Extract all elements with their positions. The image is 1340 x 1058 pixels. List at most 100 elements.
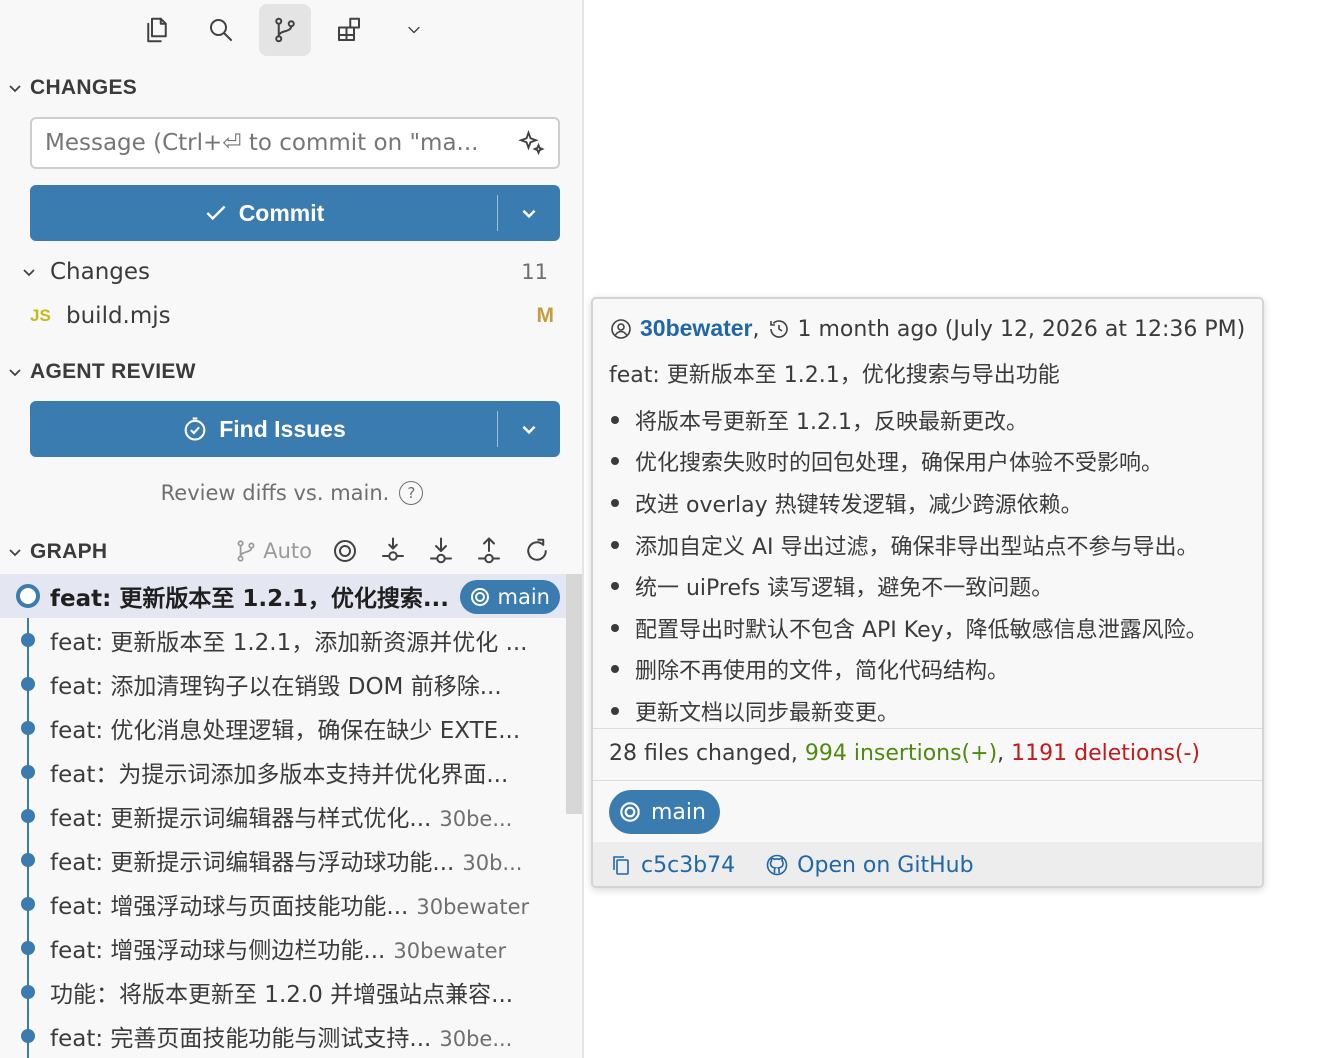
deletions: 1191 deletions(-): [1011, 741, 1201, 766]
list-item: 删除不再使用的文件，简化代码结构。: [609, 649, 1208, 691]
github-icon: [766, 854, 788, 876]
graph-commit-row[interactable]: feat: 更新提示词编辑器与样式优化... 30be...: [0, 794, 566, 838]
pull-icon[interactable]: [426, 536, 456, 566]
graph-commit-row[interactable]: feat: 更新版本至 1.2.1，优化搜索... main: [0, 574, 566, 618]
commit-message: feat: 更新提示词编辑器与样式优化...: [50, 806, 432, 832]
branch-badge-label: main: [651, 799, 706, 825]
find-issues-button[interactable]: Find Issues: [30, 401, 560, 457]
branch-badge[interactable]: main: [609, 790, 720, 834]
branch-badge[interactable]: main: [459, 580, 560, 614]
diff-stats: 28 files changed, 994 insertions(+), 119…: [609, 741, 1200, 766]
extensions-icon[interactable]: [323, 4, 375, 56]
head-commit-dot: [16, 584, 40, 608]
refresh-icon[interactable]: [522, 536, 552, 566]
commit-dropdown-button[interactable]: [498, 185, 560, 241]
graph-commit-row[interactable]: feat: 增强浮动球与页面技能功能... 30bewater: [0, 882, 566, 926]
list-item: 更新文档以同步最新变更。: [609, 690, 1208, 732]
find-issues-dropdown-button[interactable]: [498, 401, 560, 457]
author-link[interactable]: 30bewater: [640, 315, 753, 341]
auto-branch-toggle[interactable]: Auto: [233, 538, 312, 564]
commit-time: 1 month ago (July 12, 2026 at 12:36 PM): [797, 317, 1246, 342]
find-issues-label: Find Issues: [219, 415, 346, 442]
author-suffix: ,: [752, 317, 760, 342]
graph-commit-row[interactable]: feat: 添加清理钩子以在销毁 DOM 前移除...: [0, 662, 566, 706]
file-row[interactable]: JS build.mjs M: [0, 294, 582, 338]
commit-body-list: 将版本号更新至 1.2.1，反映最新更改。 优化搜索失败时的回包处理，确保用户体…: [609, 399, 1208, 732]
commit-dot: [21, 721, 35, 735]
commit-hover-card: 30bewater, 1 month ago (July 12, 2026 at…: [591, 297, 1264, 888]
chevron-down-icon[interactable]: [388, 4, 440, 56]
list-item: 配置导出时默认不包含 API Key，降低敏感信息泄露风险。: [609, 607, 1208, 649]
fetch-icon[interactable]: [378, 536, 408, 566]
graph-commit-row[interactable]: feat: 完善页面技能功能与测试支持... 30be...: [0, 1014, 566, 1058]
commit-message: 功能：将版本更新至 1.2.0 并增强站点兼容...: [50, 982, 514, 1008]
changes-count-badge: 11: [521, 260, 548, 284]
commit-author: 30bewater: [393, 939, 507, 963]
graph-commit-row[interactable]: feat: 更新提示词编辑器与浮动球功能... 30b...: [0, 838, 566, 882]
commit-dot: [21, 765, 35, 779]
commit-message: feat: 增强浮动球与页面技能功能...: [50, 894, 409, 920]
history-icon: [767, 317, 791, 341]
list-item: 添加自定义 AI 导出过滤，确保非导出型站点不参与导出。: [609, 524, 1208, 566]
commit-dot: [21, 1029, 35, 1043]
commit-button[interactable]: Commit: [30, 185, 560, 241]
find-issues-button-main[interactable]: Find Issues: [30, 401, 497, 457]
agent-review-section-header[interactable]: AGENT REVIEW: [0, 355, 582, 389]
javascript-file-icon: JS: [30, 306, 51, 325]
help-icon[interactable]: ?: [399, 481, 424, 505]
changes-section-header[interactable]: CHANGES: [0, 71, 582, 105]
commit-message: feat：为提示词添加多版本支持并优化界面...: [50, 762, 509, 788]
source-control-sidebar: CHANGES Message (Ctrl+⏎ to commit on "ma…: [0, 0, 584, 1058]
push-icon[interactable]: [474, 536, 504, 566]
commit-button-main[interactable]: Commit: [30, 185, 497, 241]
stats-separator: ,: [997, 741, 1012, 766]
commit-message-line: feat: 更新提示词编辑器与浮动球功能... 30b...: [50, 843, 522, 877]
check-icon: [206, 205, 226, 221]
sparkle-icon[interactable]: [516, 129, 546, 159]
explorer-icon[interactable]: [131, 4, 183, 56]
commit-hash: c5c3b74: [641, 852, 736, 878]
commit-message: feat: 更新版本至 1.2.1，优化搜索...: [50, 586, 450, 612]
changes-group[interactable]: Changes 11: [0, 250, 582, 294]
commit-message-line: feat: 增强浮动球与侧边栏功能... 30bewater: [50, 931, 506, 965]
commit-dot: [21, 633, 35, 647]
account-icon: [609, 317, 633, 341]
section-title: CHANGES: [30, 76, 138, 99]
divider: [593, 728, 1262, 729]
source-control-icon[interactable]: [259, 4, 311, 56]
chevron-down-icon: [522, 425, 536, 435]
commit-message: feat: 优化消息处理逻辑，确保在缺少 EXTE...: [50, 718, 521, 744]
commit-dot: [21, 897, 35, 911]
modified-status-badge: M: [536, 304, 555, 327]
review-note-text: Review diffs vs. main.: [160, 481, 390, 505]
view-switcher: [0, 4, 582, 56]
graph-commit-row[interactable]: feat：为提示词添加多版本支持并优化界面...: [0, 750, 566, 794]
review-note: Review diffs vs. main. ?: [0, 476, 582, 510]
commit-message-placeholder: Message (Ctrl+⏎ to commit on "ma...: [45, 130, 479, 156]
chevron-down-icon: [0, 535, 30, 569]
commit-author: 30b...: [462, 851, 523, 875]
chevron-down-icon: [0, 355, 30, 389]
target-icon[interactable]: [330, 536, 360, 566]
target-icon: [470, 588, 489, 606]
graph-commit-row[interactable]: feat: 增强浮动球与侧边栏功能... 30bewater: [0, 926, 566, 970]
branch-icon: [237, 540, 255, 562]
commit-label: Commit: [238, 199, 325, 226]
commit-dot: [21, 809, 35, 823]
graph-commit-row[interactable]: 功能：将版本更新至 1.2.0 并增强站点兼容...: [0, 970, 566, 1014]
open-on-github-link[interactable]: Open on GitHub: [765, 853, 974, 878]
copy-hash-link[interactable]: c5c3b74: [609, 853, 735, 878]
chevron-down-icon: [0, 71, 30, 105]
graph-commit-row[interactable]: feat: 优化消息处理逻辑，确保在缺少 EXTE...: [0, 706, 566, 750]
search-icon[interactable]: [195, 4, 247, 56]
commit-author: 30be...: [439, 1027, 513, 1051]
commit-dot: [21, 985, 35, 999]
graph-scrollbar[interactable]: [566, 574, 582, 814]
divider: [593, 780, 1262, 781]
auto-label: Auto: [263, 539, 312, 563]
list-item: 优化搜索失败时的回包处理，确保用户体验不受影响。: [609, 441, 1208, 483]
graph-commit-row[interactable]: feat: 更新版本至 1.2.1，添加新资源并优化 ...: [0, 618, 566, 662]
commit-author: 30be...: [439, 807, 513, 831]
commit-message: feat: 完善页面技能功能与测试支持...: [50, 1026, 432, 1052]
commit-message-input[interactable]: Message (Ctrl+⏎ to commit on "ma...: [30, 117, 560, 169]
